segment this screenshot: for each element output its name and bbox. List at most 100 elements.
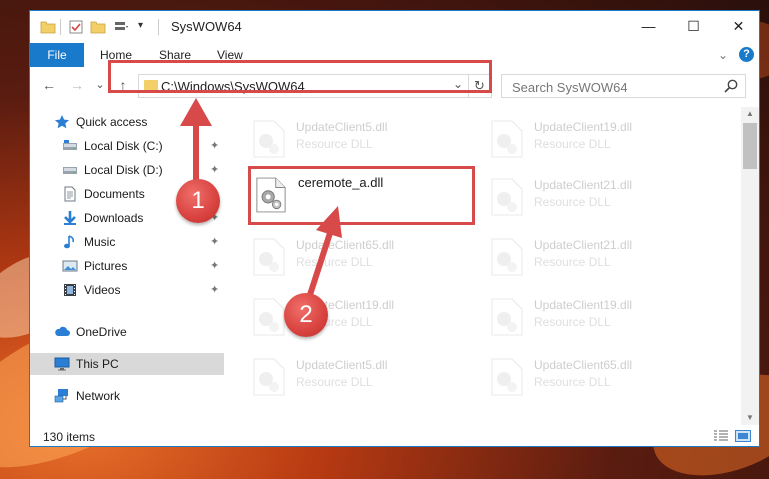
list-item[interactable]: UpdateClient5.dll Resource DLL <box>252 353 482 403</box>
video-icon <box>64 284 76 296</box>
sidebar-item-label: OneDrive <box>76 325 127 339</box>
recent-locations-button[interactable]: ⌄ <box>91 76 109 94</box>
search-box[interactable]: Search SysWOW64 <box>501 74 746 98</box>
item-count: 130 items <box>43 430 96 444</box>
file-name: UpdateClient21.dll <box>534 178 633 192</box>
list-item[interactable]: UpdateClient21.dll Resource DLL <box>490 233 720 283</box>
step-1-badge: 1 <box>176 179 220 223</box>
dll-file-icon <box>253 358 285 396</box>
list-item[interactable]: UpdateClient5.dll Resource DLL <box>252 115 482 165</box>
sidebar-item-label: Pictures <box>84 259 128 273</box>
forward-button[interactable]: → <box>68 76 86 94</box>
list-item[interactable]: UpdateClient19.dll Resource DLL <box>490 293 720 343</box>
download-icon <box>64 211 76 225</box>
file-type: Resource DLL <box>534 195 611 209</box>
details-view-icon[interactable] <box>713 430 729 442</box>
ribbon-collapse-icon[interactable]: ⌄ <box>718 43 728 67</box>
file-name: UpdateClient65.dll <box>534 358 633 372</box>
sidebar-item-label: Music <box>84 235 116 249</box>
back-button[interactable]: ← <box>40 76 58 94</box>
title-bar: ▾ SysWOW64 — ☐ ✕ <box>30 11 759 43</box>
network-icon <box>54 389 68 403</box>
scroll-up-icon[interactable]: ▲ <box>741 107 759 121</box>
customize-toolbar-icon[interactable] <box>113 19 129 35</box>
quick-access-dropdown-icon[interactable]: ▾ <box>138 20 143 36</box>
file-type: Resource DLL <box>534 375 611 389</box>
computer-icon <box>54 357 70 371</box>
sidebar-item-music[interactable]: Music ✦ <box>30 231 224 253</box>
close-button[interactable]: ✕ <box>716 11 759 41</box>
sidebar-item-videos[interactable]: Videos ✦ <box>30 279 224 301</box>
address-bar-highlight <box>108 60 492 93</box>
minimize-button[interactable]: — <box>626 11 671 41</box>
file-type: Resource DLL <box>296 137 373 151</box>
sidebar-item-label: Downloads <box>84 211 144 225</box>
pin-icon: ✦ <box>210 284 220 296</box>
dll-file-icon <box>253 238 285 276</box>
file-list: UpdateClient5.dll Resource DLL UpdateCli… <box>226 107 741 425</box>
dll-file-icon <box>491 358 523 396</box>
pin-icon: ✦ <box>210 164 220 176</box>
list-item[interactable]: UpdateClient21.dll Resource DLL <box>490 173 720 223</box>
sidebar-item-network[interactable]: Network <box>30 385 224 407</box>
drive-icon <box>63 140 77 150</box>
music-icon <box>64 235 75 249</box>
list-item[interactable]: UpdateClient65.dll Resource DLL <box>490 353 720 403</box>
selected-file-highlight[interactable]: ceremote_a.dll <box>248 166 475 225</box>
vertical-scrollbar[interactable]: ▲ ▼ <box>741 107 759 425</box>
dll-file-icon <box>253 120 285 158</box>
sidebar-item-local-disk-c[interactable]: Local Disk (C:) ✦ <box>30 135 224 157</box>
file-type: Resource DLL <box>534 255 611 269</box>
dll-file-icon <box>256 177 286 213</box>
scrollbar-thumb[interactable] <box>743 123 757 169</box>
file-name: UpdateClient65.dll <box>296 238 395 252</box>
sidebar-item-quick-access[interactable]: Quick access <box>30 111 224 133</box>
file-name: UpdateClient19.dll <box>534 298 633 312</box>
sidebar-item-label: Documents <box>84 187 145 201</box>
file-type: Resource DLL <box>296 375 373 389</box>
dll-file-icon <box>491 298 523 336</box>
sidebar-item-local-disk-d[interactable]: Local Disk (D:) ✦ <box>30 159 224 181</box>
new-folder-icon[interactable] <box>90 19 106 35</box>
sidebar-item-label: Quick access <box>76 115 148 129</box>
large-icons-view-icon[interactable] <box>735 430 751 442</box>
file-type: Resource DLL <box>296 255 373 269</box>
search-input[interactable]: Search SysWOW64 <box>512 80 628 95</box>
pin-icon: ✦ <box>210 236 220 248</box>
dll-file-icon <box>491 238 523 276</box>
help-icon[interactable]: ? <box>739 47 754 62</box>
dll-file-icon <box>491 120 523 158</box>
sidebar-item-label: Local Disk (D:) <box>84 163 163 177</box>
pin-icon: ✦ <box>210 260 220 272</box>
dll-file-icon <box>253 298 285 336</box>
sidebar-item-label: Local Disk (C:) <box>84 139 163 153</box>
file-type: Resource DLL <box>534 137 611 151</box>
cloud-icon <box>55 326 70 336</box>
sidebar-item-onedrive[interactable]: OneDrive <box>30 321 224 343</box>
navigation-pane: Quick access Local Disk (C:) ✦ Local Dis… <box>30 107 224 425</box>
scroll-down-icon[interactable]: ▼ <box>741 411 759 425</box>
tab-file[interactable]: File <box>30 43 84 67</box>
document-icon <box>64 186 76 202</box>
dll-file-icon <box>491 178 523 216</box>
file-name: UpdateClient19.dll <box>534 120 633 134</box>
file-name: ceremote_a.dll <box>298 175 384 190</box>
status-bar: 130 items <box>30 425 759 446</box>
file-type: Resource DLL <box>534 315 611 329</box>
list-item[interactable]: UpdateClient65.dll Resource DLL <box>252 233 482 283</box>
step-2-badge: 2 <box>284 293 328 337</box>
star-icon <box>54 115 70 129</box>
file-name: UpdateClient21.dll <box>534 238 633 252</box>
search-icon[interactable] <box>723 78 739 94</box>
pin-icon: ✦ <box>210 140 220 152</box>
sidebar-item-this-pc[interactable]: This PC <box>30 353 224 375</box>
properties-icon[interactable] <box>68 19 84 35</box>
maximize-button[interactable]: ☐ <box>671 11 716 41</box>
file-name: UpdateClient5.dll <box>296 120 388 134</box>
pictures-icon <box>62 260 78 272</box>
drive-icon <box>63 167 77 174</box>
sidebar-item-pictures[interactable]: Pictures ✦ <box>30 255 224 277</box>
list-item[interactable]: UpdateClient19.dll Resource DLL <box>490 115 720 165</box>
window-title: SysWOW64 <box>171 19 242 34</box>
sidebar-item-label: This PC <box>76 357 119 371</box>
